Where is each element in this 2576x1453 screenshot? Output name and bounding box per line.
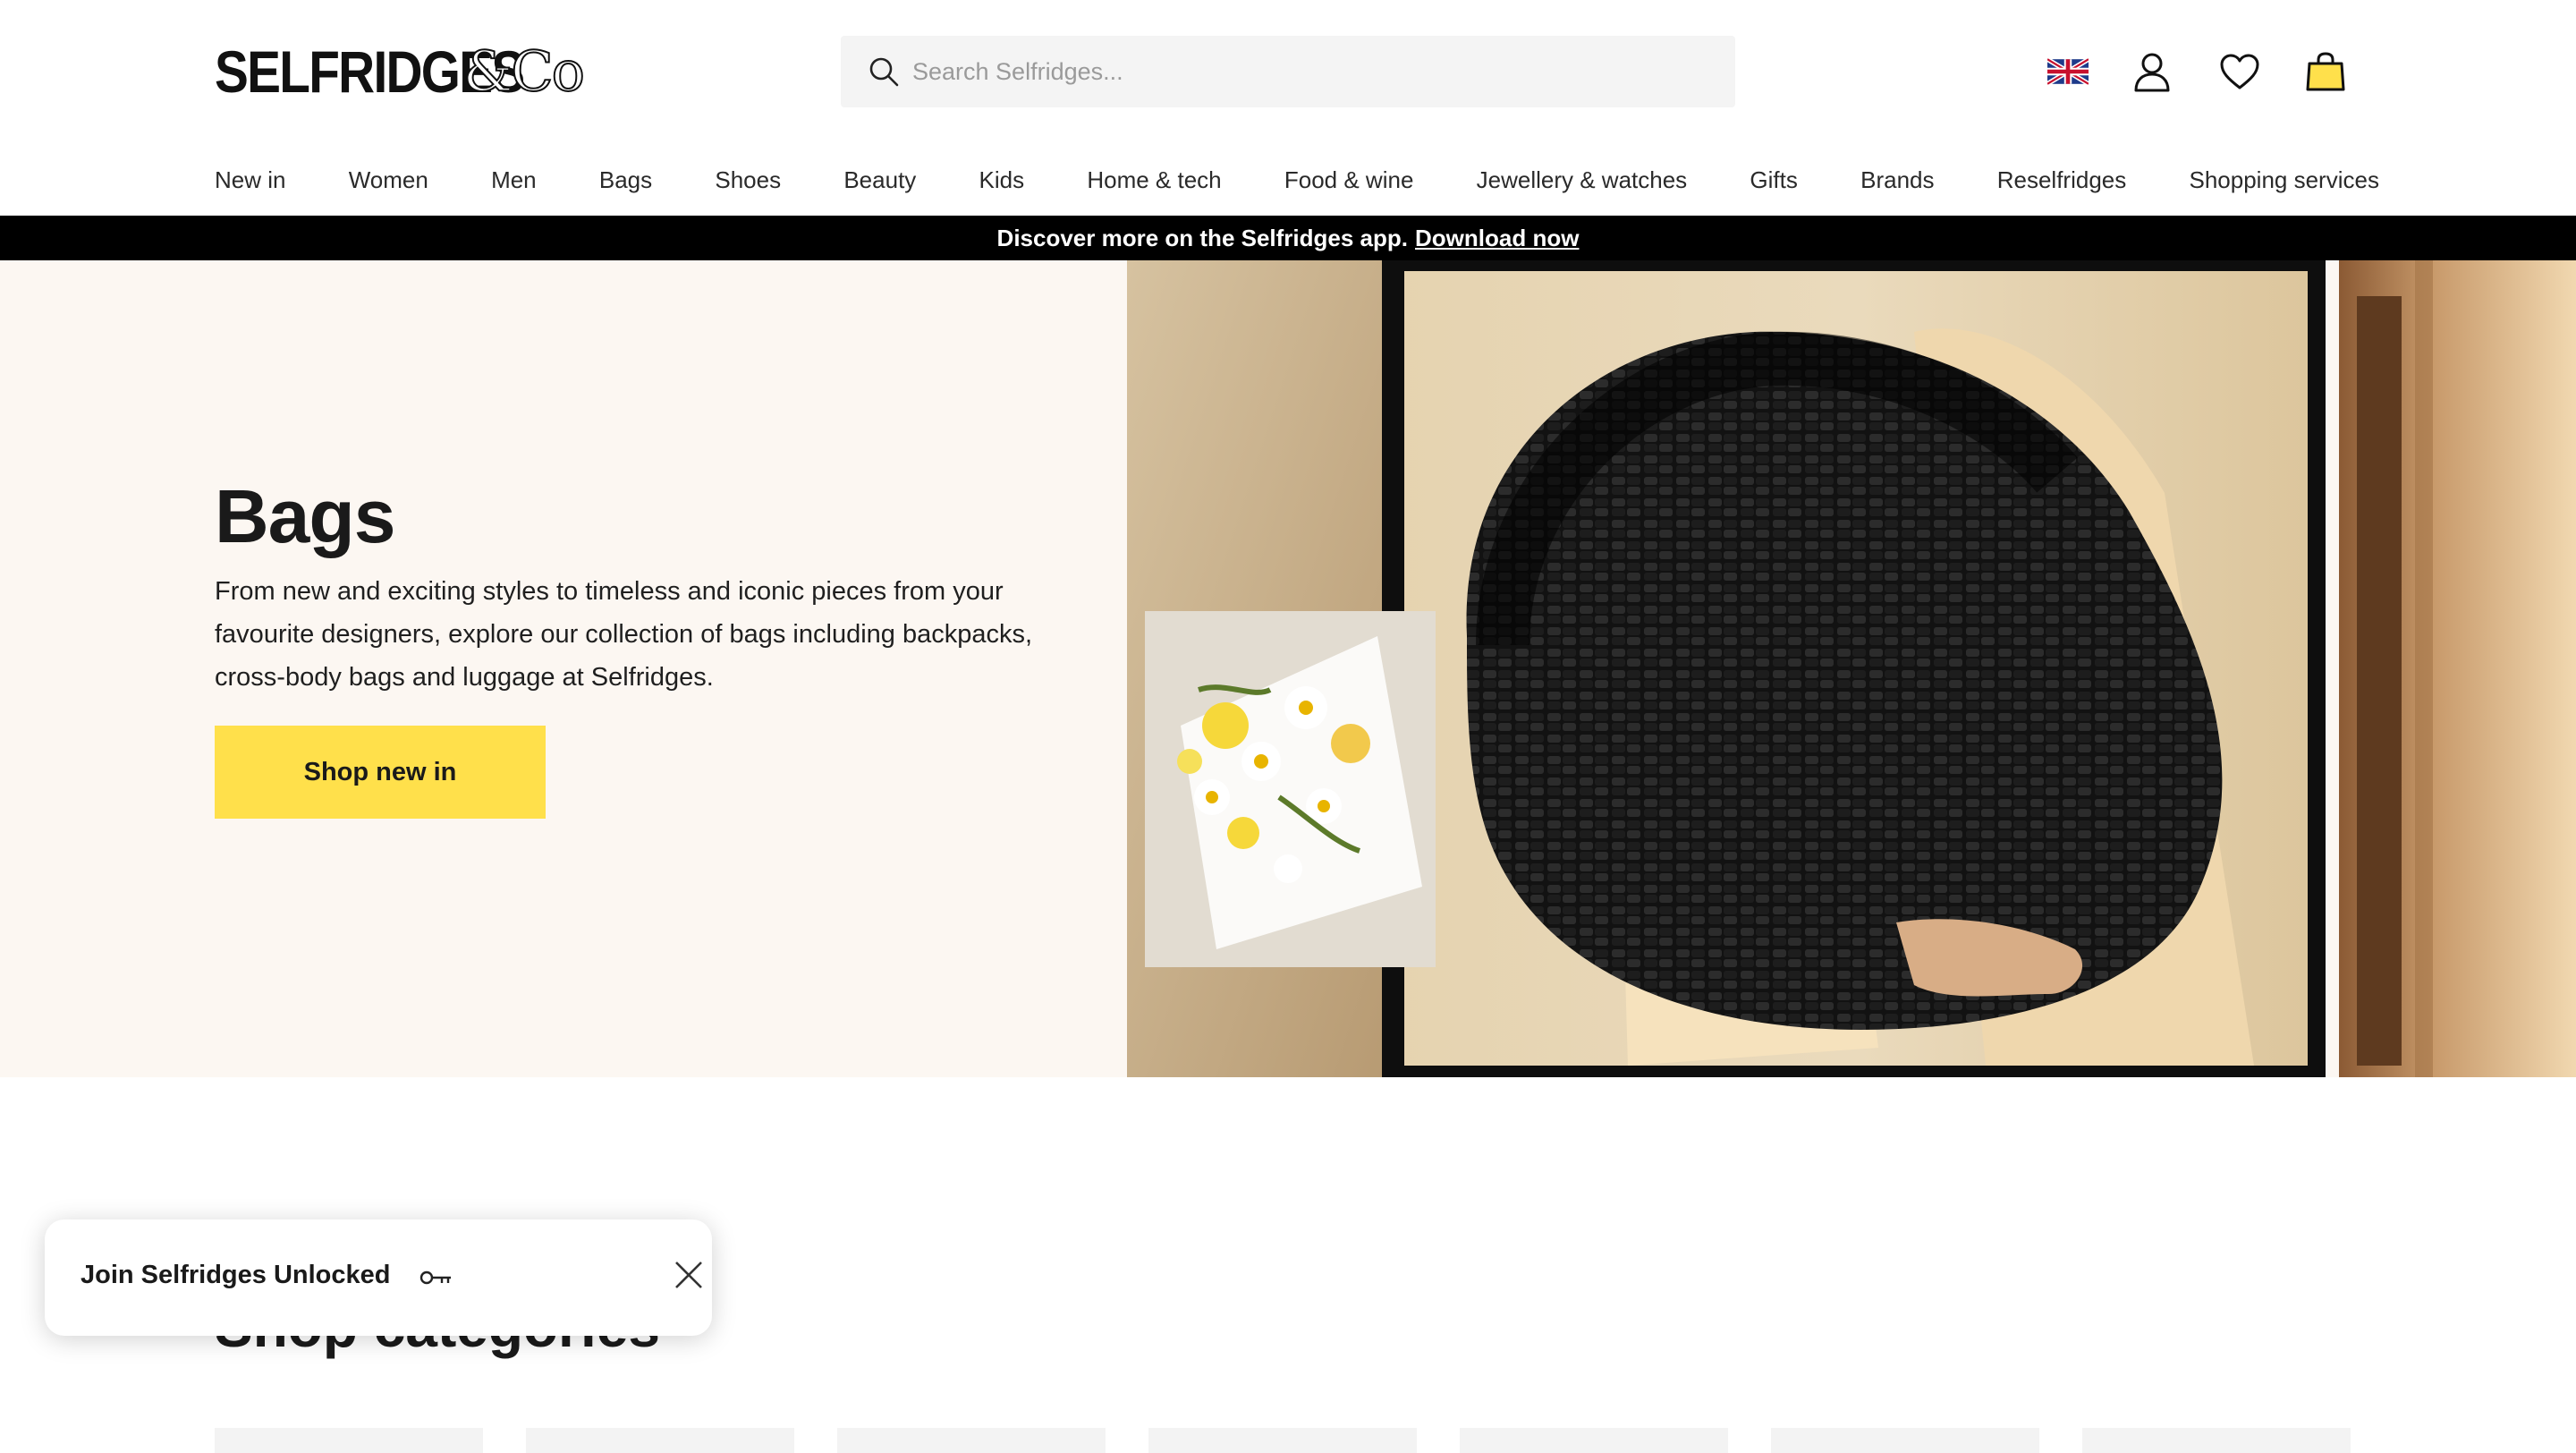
main-navigation: New in Women Men Bags Shoes Beauty Kids … [215, 157, 2379, 202]
category-tile[interactable] [1148, 1428, 1417, 1453]
nav-item-shopping-services[interactable]: Shopping services [2189, 166, 2378, 194]
download-app-link[interactable]: Download now [1415, 225, 1579, 252]
close-icon[interactable] [671, 1257, 707, 1293]
search-icon[interactable] [868, 55, 900, 88]
category-tile[interactable] [2082, 1428, 2351, 1453]
nav-item-beauty[interactable]: Beauty [843, 166, 916, 194]
logo-suffix: &Co [462, 38, 586, 104]
uk-flag-icon[interactable] [2045, 48, 2091, 95]
nav-item-men[interactable]: Men [491, 166, 537, 194]
category-tile[interactable] [215, 1428, 483, 1453]
nav-item-women[interactable]: Women [349, 166, 428, 194]
selfridges-logo[interactable]: SELFRIDGES &Co [215, 42, 586, 102]
nav-item-jewellery-watches[interactable]: Jewellery & watches [1477, 166, 1688, 194]
unlocked-promo-popup[interactable]: Join Selfridges Unlocked [45, 1219, 712, 1336]
key-icon [419, 1270, 451, 1285]
nav-item-bags[interactable]: Bags [599, 166, 652, 194]
category-tile[interactable] [837, 1428, 1106, 1453]
nav-item-reselfridges[interactable]: Reselfridges [1997, 166, 2127, 194]
nav-item-kids[interactable]: Kids [979, 166, 1025, 194]
app-banner-text: Discover more on the Selfridges app. [996, 224, 1409, 251]
hero-banner: Bags From new and exciting styles to tim… [0, 260, 2576, 1077]
nav-item-food-wine[interactable]: Food & wine [1284, 166, 1414, 194]
search-input[interactable] [912, 36, 1717, 107]
app-promo-banner: Discover more on the Selfridges app. Dow… [0, 216, 2576, 260]
popup-text: Join Selfridges Unlocked [80, 1261, 391, 1289]
wishlist-heart-icon[interactable] [2216, 48, 2263, 95]
category-tile[interactable] [1460, 1428, 1728, 1453]
site-header: SELFRIDGES &Co Search Selfridges... New … [0, 0, 2576, 215]
nav-item-gifts[interactable]: Gifts [1750, 166, 1797, 194]
category-tile[interactable] [1771, 1428, 2039, 1453]
nav-item-home-tech[interactable]: Home & tech [1087, 166, 1221, 194]
hero-photo-illustration [1127, 260, 2576, 1077]
shopping-bag-icon[interactable] [2302, 48, 2349, 95]
nav-item-shoes[interactable]: Shoes [715, 166, 781, 194]
search-bar [841, 36, 1735, 107]
category-tiles [215, 1428, 2361, 1453]
nav-item-brands[interactable]: Brands [1860, 166, 1934, 194]
page-title: Bags [215, 474, 395, 558]
nav-item-new-in[interactable]: New in [215, 166, 285, 194]
hero-image[interactable] [1127, 260, 2576, 1077]
hero-description: From new and exciting styles to timeless… [215, 577, 1033, 692]
account-icon[interactable] [2129, 48, 2175, 95]
shop-new-in-button[interactable]: Shop new in [215, 726, 546, 819]
category-tile[interactable] [526, 1428, 794, 1453]
